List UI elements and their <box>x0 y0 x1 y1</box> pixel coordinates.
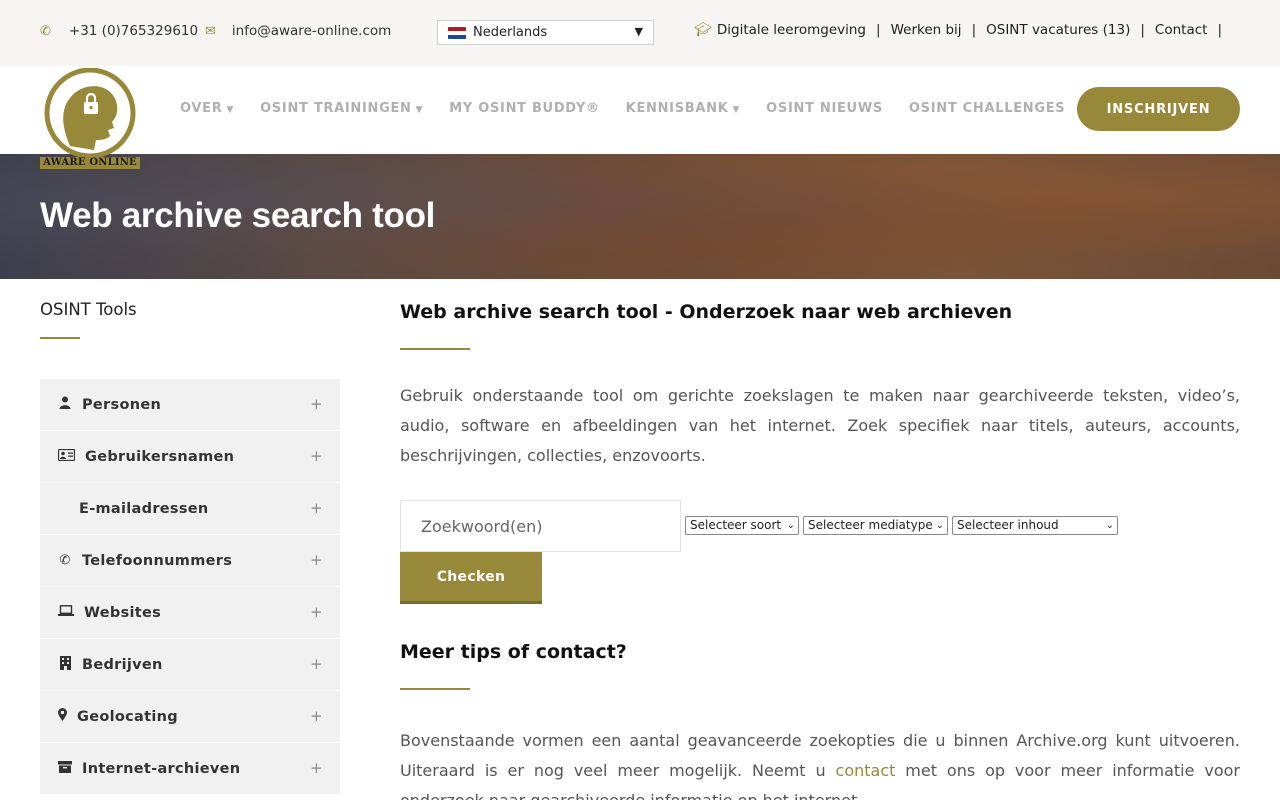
dutch-flag-icon <box>448 26 466 39</box>
sidebar-item-label: Websites <box>84 604 162 621</box>
expand-plus-icon[interactable]: + <box>310 499 323 517</box>
expand-plus-icon[interactable]: + <box>310 655 323 673</box>
sidebar-item-bedrijven[interactable]: Bedrijven + <box>40 639 340 691</box>
hero-banner: Web archive search tool <box>0 154 1280 279</box>
intro-paragraph: Gebruik onderstaande tool om gerichte zo… <box>400 386 1240 465</box>
divider: | <box>1217 22 1222 38</box>
sidebar-item-websites[interactable]: Websites + <box>40 587 340 639</box>
chevron-down-icon: ⌄ <box>786 520 795 531</box>
email-address: info@aware-online.com <box>231 23 392 39</box>
phone-icon: ✆ <box>59 553 71 568</box>
search-placeholder: Zoekwoord(en) <box>421 516 543 536</box>
archive-icon <box>58 760 72 777</box>
top-link-careers[interactable]: Werken bij <box>891 22 962 38</box>
sidebar-item-label: Internet-archieven <box>82 760 241 777</box>
dropdown-arrow-icon: ▼ <box>634 25 643 38</box>
sidebar-item-e-mailadressen[interactable]: E-mailadressen + <box>40 483 340 535</box>
nav-my-osint-buddy[interactable]: MY OSINT BUDDY® <box>449 101 599 116</box>
expand-plus-icon[interactable]: + <box>310 395 323 413</box>
logo[interactable]: AWARE ONLINE <box>40 67 140 170</box>
sidebar-item-label: Geolocating <box>77 708 178 725</box>
phone-icon: ✆ <box>40 23 51 39</box>
map-marker-icon <box>58 708 67 725</box>
nav-osint-challenges[interactable]: OSINT CHALLENGES <box>909 101 1065 116</box>
phone-contact[interactable]: ✆ +31 (0)765329610 <box>40 23 198 39</box>
expand-plus-icon[interactable]: + <box>310 447 323 465</box>
email-contact[interactable]: ✉ info@aware-online.com <box>205 23 391 39</box>
outro-paragraph: Bovenstaande vormen een aantal geavancee… <box>400 731 1240 800</box>
phone-number: +31 (0)765329610 <box>68 23 199 39</box>
caret-down-icon: ▼ <box>226 105 235 115</box>
top-link-contact[interactable]: Contact <box>1155 22 1208 38</box>
sidebar-item-label: Telefoonnummers <box>82 552 233 569</box>
laptop-icon <box>58 605 74 620</box>
section-title: Web archive search tool - Onderzoek naar… <box>400 301 1013 323</box>
sidebar-item-internet-archieven[interactable]: Internet-archieven + <box>40 743 340 795</box>
sidebar-item-label: Bedrijven <box>82 656 163 673</box>
select-inhoud[interactable]: Selecteer inhoud ⌄ <box>952 516 1118 535</box>
section-title-underline <box>400 348 470 350</box>
sidebar-item-label: Gebruikersnamen <box>85 448 235 465</box>
divider: | <box>1140 22 1145 38</box>
search-keyword-input[interactable]: Zoekwoord(en) <box>400 500 681 552</box>
expand-plus-icon[interactable]: + <box>310 603 323 621</box>
sidebar-item-gebruikersnamen[interactable]: Gebruikersnamen + <box>40 431 340 483</box>
chevron-down-icon: ⌄ <box>1105 520 1114 531</box>
user-icon <box>58 396 72 413</box>
divider: | <box>876 22 881 38</box>
sidebar-title: OSINT Tools <box>40 300 137 319</box>
head-lock-icon <box>44 67 136 159</box>
sidebar-menu: Personen + Gebruikersnamen + E-mailadres… <box>40 379 340 795</box>
sidebar-item-personen[interactable]: Personen + <box>40 379 340 431</box>
sidebar-item-label: E-mailadressen <box>79 500 209 517</box>
expand-plus-icon[interactable]: + <box>310 551 323 569</box>
caret-down-icon: ▼ <box>415 105 424 115</box>
sidebar-item-telefoonnummers[interactable]: ✆ Telefoonnummers + <box>40 535 340 587</box>
top-bar: ✆ +31 (0)765329610 ✉ info@aware-online.c… <box>0 0 1280 66</box>
language-select[interactable]: Nederlands ▼ <box>437 20 654 45</box>
sidebar-item-geolocating[interactable]: Geolocating + <box>40 691 340 743</box>
sidebar-title-underline <box>40 337 80 339</box>
main-header: AWARE ONLINE OVER ▼ OSINT TRAININGEN ▼ MY … <box>0 66 1280 169</box>
logo-text: AWARE ONLINE <box>40 157 140 169</box>
language-label: Nederlands <box>473 25 548 40</box>
top-link-learning[interactable]: Digitale leeromgeving <box>717 22 866 38</box>
checken-button[interactable]: Checken <box>400 552 542 604</box>
nav-osint-trainingen[interactable]: OSINT TRAININGEN ▼ <box>260 101 423 116</box>
graduation-cap-icon: 🎓︎ <box>694 22 712 38</box>
select-soort[interactable]: Selecteer soort ⌄ <box>685 516 799 535</box>
expand-plus-icon[interactable]: + <box>310 707 323 725</box>
top-links: 🎓︎ Digitale leeromgeving | Werken bij | … <box>694 22 1232 38</box>
id-card-icon <box>57 448 76 465</box>
sidebar-item-label: Personen <box>82 396 162 413</box>
expand-plus-icon[interactable]: + <box>310 759 323 777</box>
chevron-down-icon: ⌄ <box>935 520 944 531</box>
contact-section-underline <box>400 688 470 690</box>
building-icon <box>58 655 72 674</box>
top-link-vacancies[interactable]: OSINT vacatures (13) <box>986 22 1130 38</box>
caret-down-icon: ▼ <box>732 105 741 115</box>
contact-section-title: Meer tips of contact? <box>400 641 627 663</box>
nav-kennisbank[interactable]: KENNISBANK ▼ <box>626 101 740 116</box>
divider: | <box>971 22 977 38</box>
inschrijven-button[interactable]: INSCHRIJVEN <box>1077 87 1240 131</box>
contact-link[interactable]: contact <box>836 761 896 780</box>
page-title: Web archive search tool <box>40 196 436 235</box>
select-mediatype[interactable]: Selecteer mediatype ⌄ <box>803 516 948 535</box>
main-nav: OVER ▼ OSINT TRAININGEN ▼ MY OSINT BUDDY® … <box>180 101 1091 116</box>
envelope-icon: ✉ <box>205 23 216 39</box>
nav-over[interactable]: OVER ▼ <box>180 101 234 116</box>
nav-osint-nieuws[interactable]: OSINT NIEUWS <box>766 101 883 116</box>
